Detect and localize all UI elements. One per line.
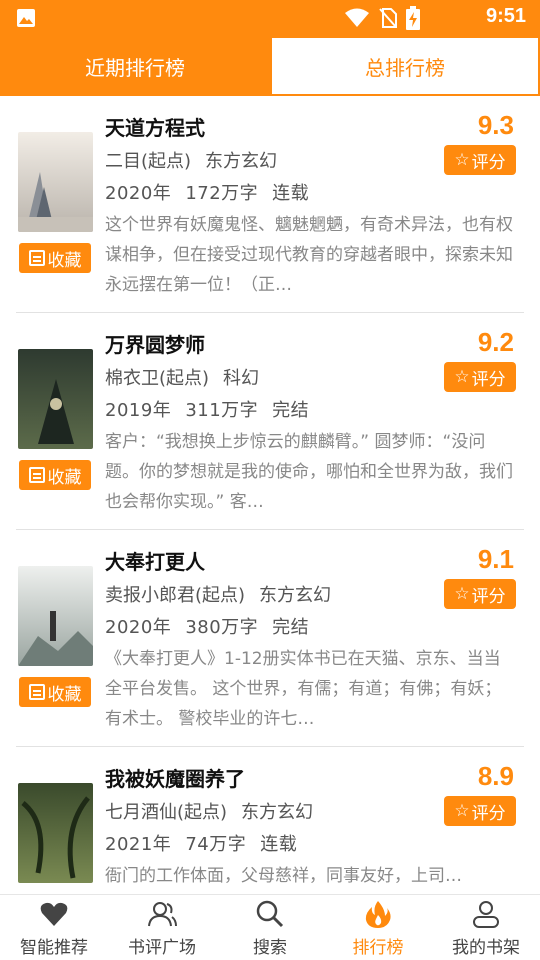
genre: 东方玄幻 — [259, 585, 332, 606]
word-count: 311万字 — [185, 400, 259, 421]
book-status: 完结 — [272, 400, 310, 421]
year-words-status: 2021年 74万字 连载 — [105, 830, 297, 856]
collect-label: 收藏 — [47, 467, 82, 488]
nav-smart-recommend[interactable]: 智能推荐 — [0, 895, 108, 960]
star-icon: ☆ — [454, 150, 470, 170]
cover-art — [38, 379, 74, 444]
rate-button[interactable]: ☆ 评分 — [444, 145, 516, 175]
genre: 科幻 — [223, 368, 260, 389]
year-words-status: 2019年 311万字 完结 — [105, 396, 309, 422]
genre: 东方玄幻 — [241, 802, 314, 823]
book-ranking-list[interactable]: 收藏 天道方程式 9.3 ☆ 评分 二目(起点) 东方玄幻 2020年 172万字 连载… — [0, 96, 540, 894]
author: 棉衣卫(起点) — [105, 368, 210, 389]
nav-my-bookshelf[interactable]: 我的书架 — [432, 895, 540, 960]
book-list-item[interactable]: 我被妖魔圈养了 8.9 ☆ 评分 七月酒仙(起点) 东方玄幻 2021年 74万字 连载… — [0, 747, 540, 894]
ranking-tabs: 近期排行榜 总排行榜 — [0, 36, 540, 96]
book-status: 连载 — [260, 834, 298, 855]
year-words-status: 2020年 380万字 完结 — [105, 613, 309, 639]
book-score: 8.9 — [477, 761, 514, 791]
rate-label: 评分 — [471, 803, 506, 824]
collect-button[interactable]: 收藏 — [19, 460, 91, 490]
author-genre: 二目(起点) 东方玄幻 — [105, 147, 277, 173]
book-description: 客户：“我想换上步惊云的麒麟臂。” 圆梦师：“没问题。你的梦想就是我的使命，哪怕… — [105, 432, 513, 512]
bookmark-list-icon — [28, 684, 45, 700]
genre: 东方玄幻 — [205, 151, 278, 172]
battery-charging-icon — [406, 6, 420, 30]
book-description: 这个世界有妖魔鬼怪、魑魅魍魉，有奇术异法，也有权谋相争，但在接受过现代教育的穿越… — [105, 215, 513, 295]
book-title[interactable]: 大奉打更人 — [105, 546, 205, 575]
book-title[interactable]: 万界圆梦师 — [105, 329, 205, 358]
clock: 9:51 — [485, 5, 526, 27]
collect-button[interactable]: 收藏 — [19, 677, 91, 707]
people-icon — [148, 902, 177, 927]
nav-label: 智能推荐 — [20, 938, 88, 958]
book-title[interactable]: 天道方程式 — [105, 112, 205, 141]
rate-label: 评分 — [471, 586, 506, 607]
nav-label: 我的书架 — [452, 938, 520, 958]
cover-art — [18, 611, 93, 666]
nav-label: 搜索 — [253, 938, 287, 958]
nav-label: 排行榜 — [352, 938, 404, 958]
book-cover[interactable] — [18, 566, 93, 666]
rate-label: 评分 — [471, 152, 506, 173]
author-genre: 棉衣卫(起点) 科幻 — [105, 364, 259, 390]
author-genre: 卖报小郎君(起点) 东方玄幻 — [105, 581, 331, 607]
author: 七月酒仙(起点) — [105, 802, 228, 823]
bookmark-list-icon — [28, 250, 45, 266]
collect-label: 收藏 — [47, 684, 82, 705]
book-score: 9.2 — [477, 327, 514, 357]
rate-button[interactable]: ☆ 评分 — [444, 579, 516, 609]
book-cover[interactable] — [18, 132, 93, 232]
year: 2021年 — [105, 834, 172, 855]
nav-label: 书评广场 — [128, 938, 196, 958]
tab-recent-ranking[interactable]: 近期排行榜 — [0, 36, 270, 96]
rate-label: 评分 — [471, 369, 506, 390]
book-list-item[interactable]: 收藏 大奉打更人 9.1 ☆ 评分 卖报小郎君(起点) 东方玄幻 2020年 380万… — [0, 530, 540, 747]
search-icon — [256, 900, 284, 928]
author: 二目(起点) — [105, 151, 192, 172]
book-list-item[interactable]: 收藏 天道方程式 9.3 ☆ 评分 二目(起点) 东方玄幻 2020年 172万字 连载… — [0, 96, 540, 313]
book-description: 《大奉打更人》1-12册实体书已在天猫、京东、当当全平台发售。 这个世界，有儒；… — [105, 649, 502, 729]
year: 2019年 — [105, 400, 172, 421]
book-cover[interactable] — [18, 349, 93, 449]
image-notification-icon — [17, 9, 35, 27]
no-sim-icon — [379, 8, 397, 28]
word-count: 380万字 — [185, 617, 259, 638]
book-cover[interactable] — [18, 783, 93, 883]
nav-search[interactable]: 搜索 — [216, 895, 324, 960]
year-words-status: 2020年 172万字 连载 — [105, 179, 309, 205]
book-score: 9.1 — [477, 544, 514, 574]
star-icon: ☆ — [454, 584, 470, 604]
rate-button[interactable]: ☆ 评分 — [444, 362, 516, 392]
cover-art — [18, 172, 93, 232]
nav-review-plaza[interactable]: 书评广场 — [108, 895, 216, 960]
collect-button[interactable]: 收藏 — [19, 243, 91, 273]
book-description: 衙门的工作体面，父母慈祥，同事友好，上司… — [105, 866, 462, 886]
collect-label: 收藏 — [47, 250, 82, 271]
heart-icon — [40, 902, 68, 926]
wifi-icon — [345, 8, 369, 27]
status-bar: 9:51 — [0, 0, 540, 36]
flame-icon — [365, 901, 391, 928]
author: 卖报小郎君(起点) — [105, 585, 246, 606]
star-icon: ☆ — [454, 801, 470, 821]
author-genre: 七月酒仙(起点) 东方玄幻 — [105, 798, 313, 824]
tab-overall-ranking[interactable]: 总排行榜 — [272, 38, 538, 94]
cover-art — [21, 796, 90, 879]
book-status: 连载 — [272, 183, 310, 204]
star-icon: ☆ — [454, 367, 470, 387]
year: 2020年 — [105, 617, 172, 638]
word-count: 74万字 — [185, 834, 247, 855]
year: 2020年 — [105, 183, 172, 204]
bottom-navigation: 智能推荐 书评广场 搜索 排行榜 我的书架 — [0, 894, 540, 960]
rate-button[interactable]: ☆ 评分 — [444, 796, 516, 826]
book-score: 9.3 — [477, 110, 514, 140]
nav-ranking[interactable]: 排行榜 — [324, 895, 432, 960]
user-icon — [473, 901, 499, 928]
book-title[interactable]: 我被妖魔圈养了 — [105, 763, 245, 792]
bookmark-list-icon — [28, 467, 45, 483]
book-list-item[interactable]: 收藏 万界圆梦师 9.2 ☆ 评分 棉衣卫(起点) 科幻 2019年 311万字 完结 … — [0, 313, 540, 530]
book-status: 完结 — [272, 617, 310, 638]
word-count: 172万字 — [185, 183, 259, 204]
